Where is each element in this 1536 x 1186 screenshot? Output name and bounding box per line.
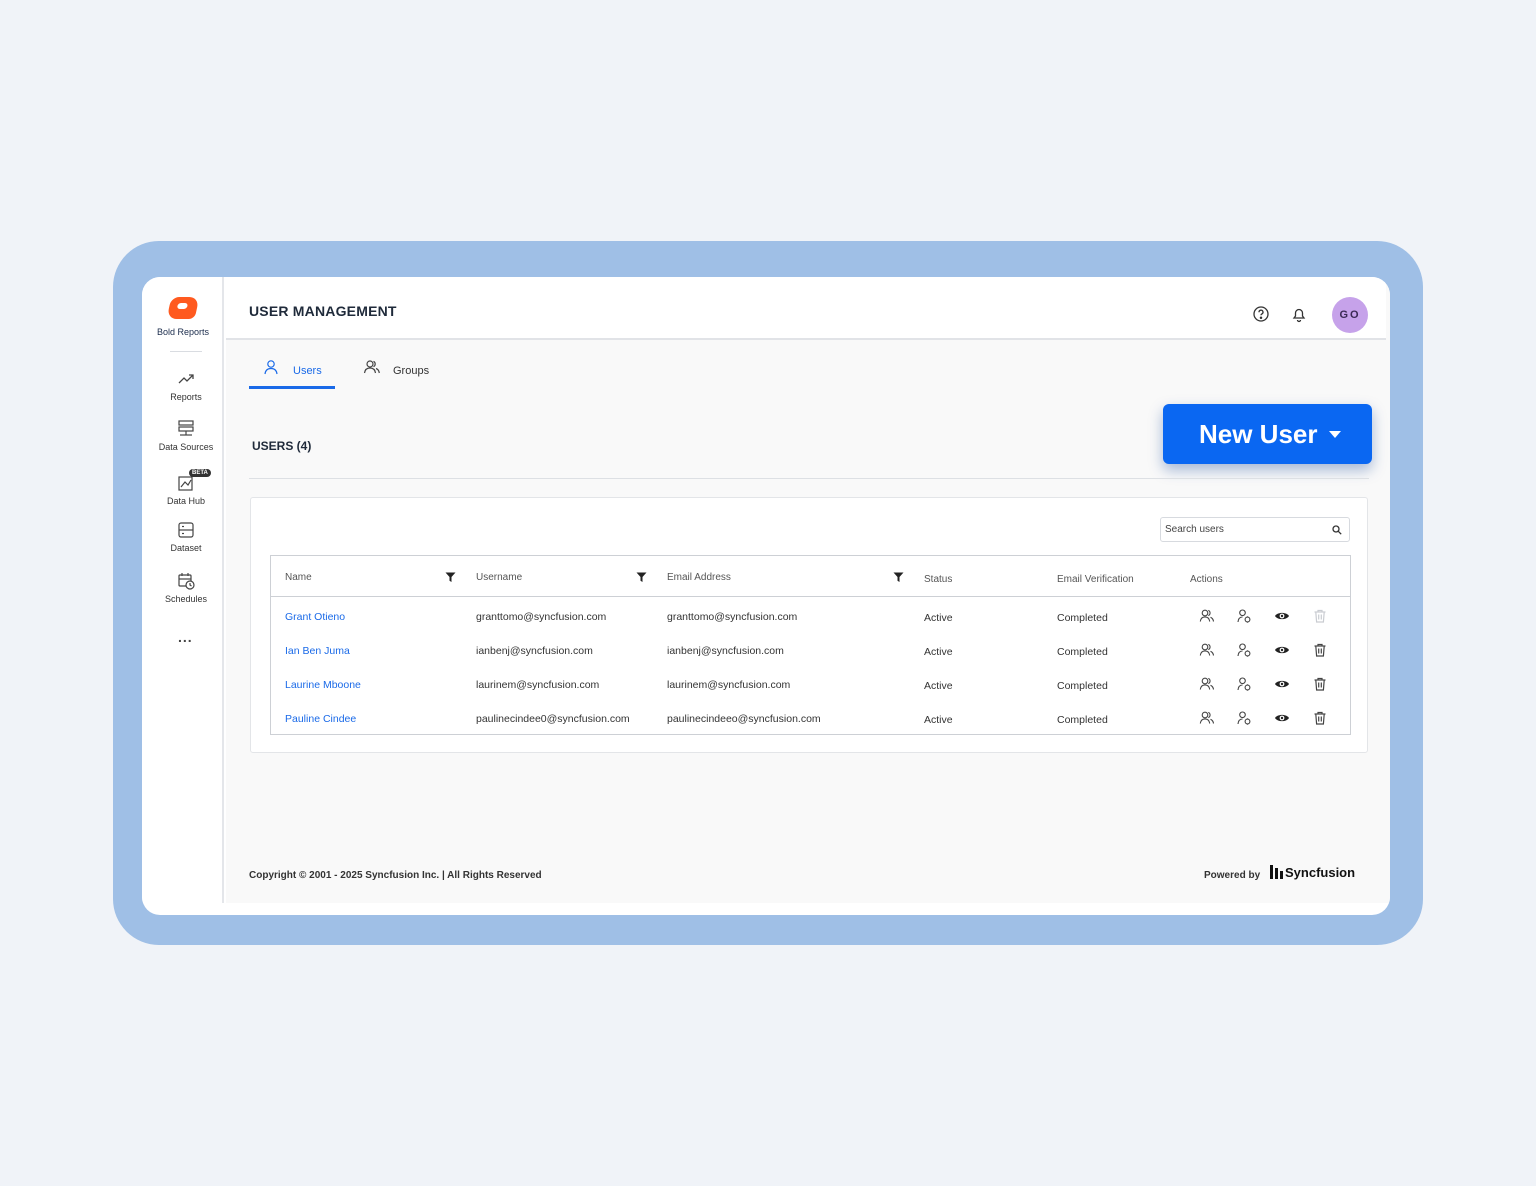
sidebar-item-label: Schedules [164,594,208,604]
delete-icon[interactable] [1312,642,1328,658]
username-cell: laurinem@syncfusion.com [476,679,600,691]
column-header-email-verification: Email Verification [1057,574,1134,585]
app-window: Bold Reports Reports Data Sources BETA D… [142,277,1390,915]
column-header-actions: Actions [1190,574,1223,585]
delete-icon[interactable] [1312,710,1328,726]
top-header: USER MANAGEMENT GO [226,277,1386,340]
sidebar-item-label: Data Sources [158,442,214,452]
status-cell: Active [924,612,953,624]
sidebar-item-label: Dataset [170,543,202,553]
filter-icon[interactable] [893,572,904,583]
help-icon[interactable] [1252,305,1270,323]
section-divider [249,478,1369,479]
sidebar-item-label: Reports [170,392,202,402]
user-name-link[interactable]: Laurine Mboone [285,679,361,691]
column-header-name[interactable]: Name [285,572,312,583]
sidebar-item-dataset[interactable]: Dataset [142,520,230,553]
table-header: Name Username Email Address Status Email… [271,556,1350,597]
column-header-email[interactable]: Email Address [667,572,731,583]
sidebar-item-schedules[interactable]: Schedules [142,571,230,604]
email-verification-cell: Completed [1057,646,1108,658]
sidebar-divider [170,351,202,352]
column-header-username[interactable]: Username [476,572,522,583]
sidebar-item-label: Data Hub [166,496,206,506]
tab-groups[interactable]: Groups [349,357,439,389]
view-icon[interactable] [1274,642,1290,658]
powered-by-label: Powered by [1204,870,1261,881]
view-icon[interactable] [1274,676,1290,692]
new-user-button[interactable]: New User [1163,404,1372,464]
column-header-status: Status [924,574,953,585]
table-row: Laurine Mboone laurinem@syncfusion.com lau… [271,668,1350,702]
delete-icon[interactable] [1312,676,1328,692]
table-row: Pauline Cindee paulinecindee0@syncfusion.… [271,702,1350,736]
email-verification-cell: Completed [1057,714,1108,726]
user-icon [264,360,278,375]
delete-icon [1312,608,1328,624]
sidebar-item-data-hub[interactable]: BETA Data Hub [142,469,230,506]
username-cell: paulinecindee0@syncfusion.com [476,713,630,725]
dataset-icon [178,522,194,538]
email-cell: laurinem@syncfusion.com [667,679,791,691]
tab-label: Groups [393,365,430,377]
main-content: USER MANAGEMENT GO Users Groups USERS (4… [226,277,1390,903]
email-cell: ianbenj@syncfusion.com [667,645,784,657]
email-cell: paulinecindeeo@syncfusion.com [667,713,821,725]
manage-groups-icon[interactable] [1199,642,1215,658]
users-group-icon [363,360,380,374]
syncfusion-logo-icon [1270,865,1284,879]
users-card: Name Username Email Address Status Email… [250,497,1368,753]
view-icon[interactable] [1274,608,1290,624]
more-menu-icon[interactable]: ... [178,629,193,645]
sidebar-item-reports[interactable]: Reports [142,369,230,402]
users-table: Name Username Email Address Status Email… [270,555,1351,735]
manage-groups-icon[interactable] [1199,710,1215,726]
filter-icon[interactable] [445,572,456,583]
manage-groups-icon[interactable] [1199,608,1215,624]
users-count-heading: USERS (4) [252,439,312,453]
search-icon[interactable] [1332,525,1342,535]
user-permissions-icon[interactable] [1236,676,1252,692]
username-cell: granttomo@syncfusion.com [476,611,607,623]
table-row: Ian Ben Juma ianbenj@syncfusion.com ianben… [271,634,1350,668]
user-permissions-icon[interactable] [1236,642,1252,658]
syncfusion-brand: Syncfusion [1285,865,1356,880]
status-cell: Active [924,680,953,692]
page-title: USER MANAGEMENT [249,303,397,319]
email-cell: granttomo@syncfusion.com [667,611,798,623]
notification-bell-icon[interactable] [1290,305,1308,323]
user-permissions-icon[interactable] [1236,608,1252,624]
tab-label: Users [293,365,322,377]
trending-up-icon [178,374,194,384]
manage-groups-icon[interactable] [1199,676,1215,692]
calendar-clock-icon [178,573,195,590]
user-name-link[interactable]: Ian Ben Juma [285,645,350,657]
filter-icon[interactable] [636,572,647,583]
user-name-link[interactable]: Grant Otieno [285,611,345,623]
sidebar-item-data-sources[interactable]: Data Sources [142,419,230,452]
tab-users[interactable]: Users [249,357,335,389]
user-avatar[interactable]: GO [1332,297,1368,333]
beta-badge: BETA [189,469,211,477]
status-cell: Active [924,714,953,726]
view-icon[interactable] [1274,710,1290,726]
user-permissions-icon[interactable] [1236,710,1252,726]
table-row: Grant Otieno granttomo@syncfusion.com gran… [271,600,1350,634]
sidebar: Bold Reports Reports Data Sources BETA D… [142,277,224,903]
app-name: Bold Reports [156,327,210,337]
search-input[interactable] [1165,521,1325,538]
user-name-link[interactable]: Pauline Cindee [285,713,356,725]
copyright-text: Copyright © 2001 - 2025 Syncfusion Inc. … [249,870,542,881]
bold-reports-logo-icon [166,297,200,319]
search-box [1160,517,1350,542]
new-user-label: New User [1199,419,1318,449]
username-cell: ianbenj@syncfusion.com [476,645,593,657]
database-icon [178,420,194,436]
status-cell: Active [924,646,953,658]
email-verification-cell: Completed [1057,680,1108,692]
syncfusion-logo[interactable]: Syncfusion [1270,865,1355,880]
chevron-down-icon [1329,431,1341,438]
email-verification-cell: Completed [1057,612,1108,624]
app-logo[interactable]: Bold Reports [157,297,209,337]
